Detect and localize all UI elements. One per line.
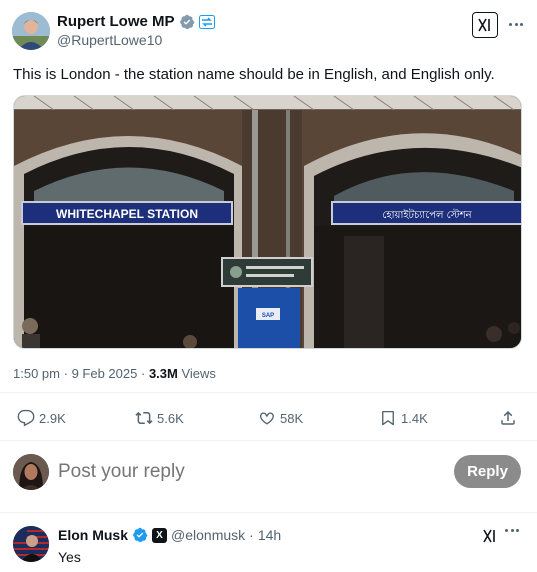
- reply-tweet[interactable]: Elon Musk X @elonmusk · 14h Yes: [0, 516, 537, 572]
- author-display-name[interactable]: Rupert Lowe MP: [57, 13, 175, 30]
- meta-separator: ·: [63, 366, 68, 381]
- reply-author-avatar[interactable]: [13, 526, 49, 562]
- reply-author-row: Elon Musk X @elonmusk · 14h: [58, 527, 281, 543]
- like-action-button[interactable]: 58K: [258, 405, 303, 431]
- author-handle[interactable]: @RupertLowe10: [57, 32, 162, 48]
- more-options-icon[interactable]: [505, 529, 519, 532]
- repost-action-button[interactable]: 5.6K: [135, 405, 184, 431]
- reply-author-handle[interactable]: @elonmusk: [171, 527, 245, 543]
- reply-action-button[interactable]: 2.9K: [17, 405, 66, 431]
- divider: [0, 440, 537, 441]
- action-bar: 2.9K 5.6K 58K 1.4K: [13, 405, 523, 431]
- affiliate-badge-icon: [198, 14, 215, 29]
- repost-icon: [135, 411, 153, 425]
- author-name-row: Rupert Lowe MP: [57, 13, 215, 30]
- verified-badge-icon: [179, 14, 194, 29]
- reply-count: 2.9K: [39, 410, 66, 426]
- reply-submit-button[interactable]: Reply: [454, 455, 521, 488]
- reply-time[interactable]: 14h: [258, 527, 281, 543]
- reply-composer: Reply: [0, 446, 537, 508]
- reply-separator: ·: [249, 527, 254, 543]
- tweet-meta: 1:50 pm · 9 Feb 2025 · 3.3M Views: [13, 366, 216, 381]
- repost-count: 5.6K: [157, 410, 184, 426]
- share-icon: [501, 410, 515, 425]
- tweet-photo[interactable]: WHITECHAPEL STATION হোয়াইটচ্যাপেল স্টেশ…: [13, 95, 522, 349]
- sap-label: SAP: [262, 313, 274, 319]
- more-options-icon[interactable]: [506, 16, 526, 32]
- bookmark-icon: [382, 410, 394, 426]
- views-label: Views: [181, 366, 216, 381]
- bookmark-count: 1.4K: [401, 410, 428, 426]
- sign-bengali-text: হোয়াইটচ্যাপেল স্টেশন: [382, 208, 472, 221]
- share-button[interactable]: [499, 405, 517, 431]
- tweet-time[interactable]: 1:50 pm: [13, 366, 60, 381]
- tweet-date[interactable]: 9 Feb 2025: [72, 366, 138, 381]
- author-avatar[interactable]: [12, 12, 50, 50]
- grok-icon[interactable]: [472, 12, 498, 38]
- verified-badge-icon: [133, 527, 148, 543]
- like-count: 58K: [280, 410, 304, 426]
- bookmark-action-button[interactable]: 1.4K: [379, 405, 428, 431]
- x-affiliate-icon: X: [152, 527, 168, 543]
- heart-icon: [259, 412, 274, 425]
- reply-icon: [17, 409, 35, 427]
- grok-icon[interactable]: [480, 526, 500, 546]
- tweet-header: Rupert Lowe MP @RupertLowe10: [12, 12, 525, 52]
- reply-author-name[interactable]: Elon Musk: [58, 527, 128, 543]
- divider: [0, 512, 537, 513]
- current-user-avatar[interactable]: [13, 454, 49, 490]
- divider: [0, 392, 537, 393]
- sign-english-text: WHITECHAPEL STATION: [56, 207, 198, 221]
- reply-text: Yes: [58, 549, 81, 565]
- meta-separator: ·: [140, 366, 146, 381]
- views-count: 3.3M: [148, 366, 178, 381]
- tweet-text: This is London - the station name should…: [13, 66, 495, 83]
- reply-input[interactable]: [58, 461, 418, 483]
